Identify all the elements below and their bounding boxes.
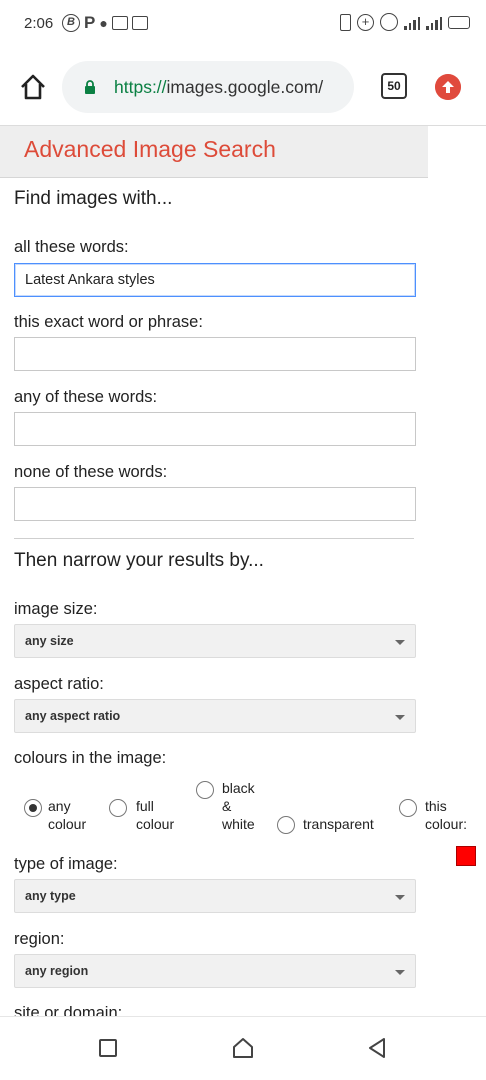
radio-this-colour[interactable]: [399, 799, 417, 817]
plus-circle-icon: +: [357, 13, 374, 31]
exact-phrase-input[interactable]: [14, 337, 416, 371]
find-heading: Find images with...: [14, 188, 173, 209]
url-bar[interactable]: https://images.google.com/: [62, 61, 354, 113]
image-size-value: any size: [25, 634, 74, 648]
url-text: https://images.google.com/: [114, 77, 324, 97]
region-select[interactable]: any region: [14, 954, 416, 988]
aspect-ratio-value: any aspect ratio: [25, 709, 121, 723]
signal-icon: [404, 14, 442, 30]
aspect-ratio-label: aspect ratio:: [14, 675, 104, 693]
system-icons: +: [340, 13, 470, 31]
b-circle-icon: B: [62, 14, 80, 32]
chevron-down-icon: [395, 715, 405, 720]
update-icon[interactable]: [435, 74, 461, 100]
browser-toolbar: https://images.google.com/ 50: [0, 48, 486, 126]
aspect-ratio-select[interactable]: any aspect ratio: [14, 699, 416, 733]
any-colour-label: any colour: [48, 798, 87, 832]
any-words-label: any of these words:: [14, 388, 158, 406]
page-title: Advanced Image Search: [24, 136, 276, 162]
image-size-select[interactable]: any size: [14, 624, 416, 658]
any-words-input[interactable]: [14, 412, 416, 446]
title-band: Advanced Image Search: [0, 126, 428, 178]
phone-icon: [340, 13, 351, 31]
battery-icon: [448, 15, 470, 29]
colours-label: colours in the image:: [14, 749, 167, 767]
narrow-heading: Then narrow your results by...: [14, 550, 264, 571]
full-colour-label: full colour: [136, 798, 175, 832]
status-time: 2:06: [24, 15, 54, 32]
alarm-icon: [380, 13, 398, 31]
radio-black-white[interactable]: [196, 781, 214, 799]
none-words-label: none of these words:: [14, 463, 168, 481]
chevron-down-icon: [395, 970, 405, 975]
region-value: any region: [25, 964, 89, 978]
black-white-label: black & white: [222, 780, 255, 832]
home-icon[interactable]: [18, 72, 48, 102]
all-words-input[interactable]: Latest Ankara styles: [14, 263, 416, 297]
image-size-label: image size:: [14, 600, 98, 618]
transparent-label: transparent: [303, 816, 374, 832]
chevron-down-icon: [395, 895, 405, 900]
recents-icon[interactable]: [99, 1039, 117, 1057]
chart-icon: [131, 16, 148, 30]
colour-swatch[interactable]: [456, 846, 476, 866]
tab-switcher-button[interactable]: 50: [381, 73, 407, 99]
system-nav-bar: [0, 1016, 486, 1080]
none-words-input[interactable]: [14, 487, 416, 521]
radio-full-colour[interactable]: [109, 799, 127, 817]
site-label: site or domain:: [14, 1004, 123, 1016]
back-icon[interactable]: [366, 1037, 388, 1059]
chevron-down-icon: [395, 640, 405, 645]
chat-icon: ●: [99, 15, 108, 31]
section-divider: [14, 538, 414, 539]
all-words-label: all these words:: [14, 238, 129, 256]
type-label: type of image:: [14, 855, 118, 873]
lock-icon: [85, 80, 95, 94]
image-icon: [111, 16, 128, 30]
region-label: region:: [14, 930, 65, 948]
notification-icons: B P ●: [62, 13, 148, 33]
status-bar: 2:06 B P ● +: [0, 0, 486, 48]
exact-phrase-label: this exact word or phrase:: [14, 313, 203, 331]
type-value: any type: [25, 889, 76, 903]
nav-home-icon[interactable]: [232, 1037, 254, 1059]
type-select[interactable]: any type: [14, 879, 416, 913]
radio-transparent[interactable]: [277, 816, 295, 834]
p-icon: P: [84, 13, 96, 32]
this-colour-label: this colour:: [425, 798, 468, 832]
page-content: Advanced Image Search Find images with..…: [0, 126, 486, 1016]
radio-any-colour[interactable]: [24, 799, 42, 817]
